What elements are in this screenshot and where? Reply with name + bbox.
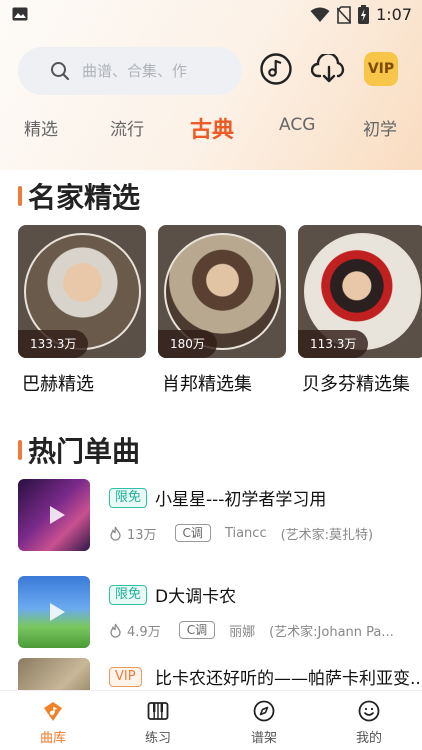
song-title: 小星星---初学者学习用 [155,490,327,510]
nav-label: 曲库 [39,731,66,746]
search-icon [51,62,70,81]
piano-icon [147,702,169,720]
song-title: 比卡农还好听的——帕萨卡利亚变... [155,669,422,689]
song-title: D大调卡农 [155,587,237,607]
music-recognition-button[interactable] [258,51,294,87]
bottom-nav: 曲库 练习 谱架 我的 [0,690,422,750]
nav-label: 我的 [355,731,382,746]
section-accent-bar [18,186,22,206]
category-tabs: 精选 流行 古典 ACG 初学 [0,115,422,155]
wifi-icon [310,7,330,22]
gallery-notification-icon [12,7,28,21]
play-count: 4.9万 [127,624,161,640]
search-bar[interactable] [18,47,242,95]
nav-sheet-stand[interactable]: 谱架 [234,699,294,746]
song-item[interactable]: 限免 小星星---初学者学习用 13万 C调 Tiancc (艺术家:莫扎特) [18,479,422,551]
song-author: Tiancc [224,525,267,541]
play-icon [50,603,65,621]
nav-library[interactable]: 曲库 [23,699,83,746]
tab-classical[interactable]: 古典 [190,112,234,144]
tab-acg[interactable]: ACG [279,115,315,135]
battery-charging-icon [358,5,370,24]
tab-beginner[interactable]: 初学 [363,115,397,140]
search-input[interactable] [82,62,232,80]
vip-button[interactable]: VIP [364,52,398,86]
compass-icon [253,700,275,722]
download-button[interactable] [311,51,347,87]
key-badge: C调 [178,621,216,639]
flame-icon [110,526,121,541]
songs-section-header: 热门单曲 [18,430,140,470]
key-badge: C调 [174,524,211,542]
flame-icon [110,623,121,638]
free-tag: 限免 [109,488,148,508]
nav-label: 练习 [144,731,171,746]
composer-card-chopin[interactable]: 180万 肖邦精选集 [158,225,286,395]
masters-section-header: 名家精选 [18,176,140,216]
song-artist: (艺术家:Johann Pa... [269,624,394,640]
play-icon [50,506,65,524]
tab-featured[interactable]: 精选 [24,115,58,140]
vip-label: VIP [367,61,395,77]
songs-section-title: 热门单曲 [28,435,141,468]
tab-pop[interactable]: 流行 [110,115,144,140]
play-count-badge: 180万 [158,330,217,358]
nav-practice[interactable]: 练习 [128,699,188,746]
card-label: 贝多芬精选集 [302,374,410,395]
song-author: 丽娜 [229,624,256,640]
status-bar: 1:07 [0,0,422,30]
composer-cover: 133.3万 [18,225,146,358]
vip-tag: VIP [109,667,142,687]
song-artist: (艺术家:莫扎特) [280,527,374,543]
composer-cover: 180万 [158,225,286,358]
no-sim-icon [337,5,352,24]
nav-profile[interactable]: 我的 [339,699,399,746]
song-cover [18,479,90,551]
song-meta: 13万 C调 Tiancc (艺术家:莫扎特) [109,523,373,543]
play-count-badge: 133.3万 [18,330,89,358]
song-meta: 4.9万 C调 丽娜 (艺术家:Johann Pa... [109,620,394,640]
cloud-download-icon [311,54,345,83]
composer-card-beethoven[interactable]: 113.3万 贝多芬精选集 [298,225,422,395]
composer-cover: 113.3万 [298,225,422,358]
nav-label: 谱架 [250,731,277,746]
song-cover [18,576,90,648]
play-count-badge: 113.3万 [298,330,369,358]
library-icon [44,702,62,721]
masters-section-title: 名家精选 [28,181,141,214]
clock: 1:07 [376,5,412,24]
profile-icon [358,700,380,722]
music-disc-icon [260,53,292,85]
section-accent-bar [18,440,22,460]
free-tag: 限免 [109,585,148,605]
composer-card-bach[interactable]: 133.3万 巴赫精选 [18,225,146,395]
play-count: 13万 [127,527,157,543]
card-label: 肖邦精选集 [162,374,252,395]
card-label: 巴赫精选 [22,374,94,395]
song-item[interactable]: 限免 D大调卡农 4.9万 C调 丽娜 (艺术家:Johann Pa... [18,576,422,648]
